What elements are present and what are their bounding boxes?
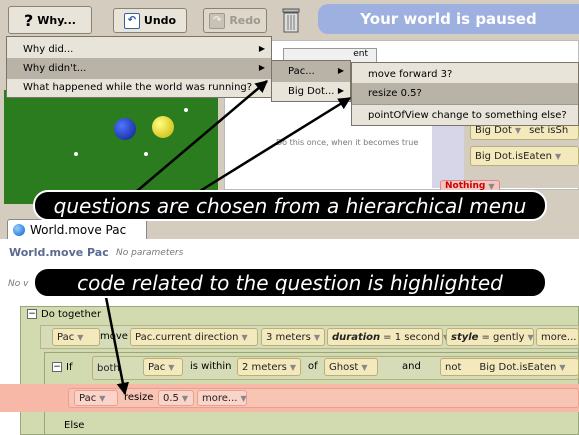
- arrow-to-code: [103, 291, 129, 396]
- callout-code-highlighted: code related to the question is highligh…: [33, 267, 547, 298]
- callout-hierarchical-menu: questions are chosen from a hierarchical…: [33, 190, 547, 221]
- arrow-to-menu: [199, 96, 352, 193]
- arrow-to-menu: [136, 80, 268, 192]
